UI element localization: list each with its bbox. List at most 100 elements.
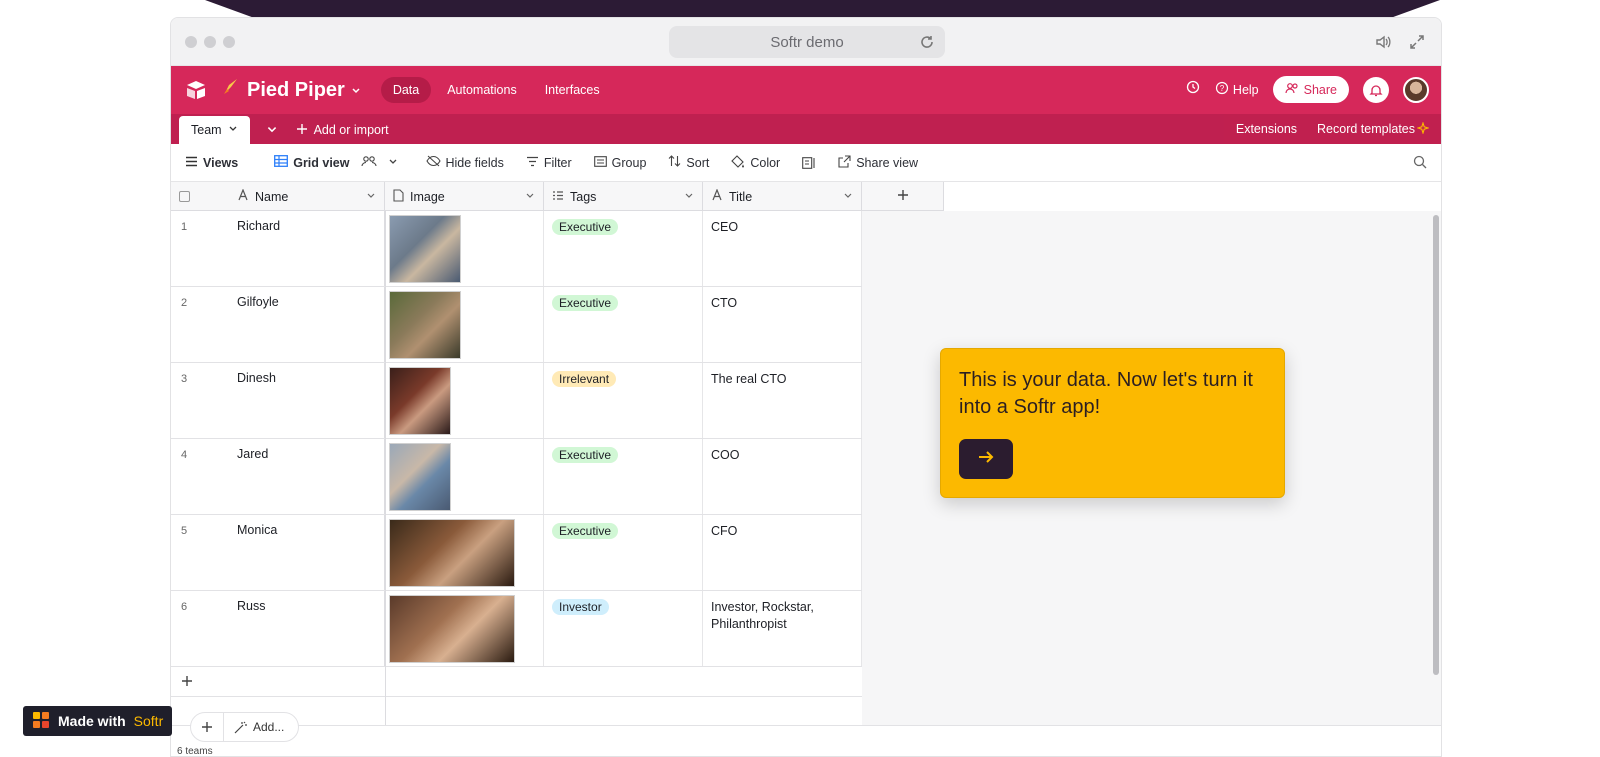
cell-name[interactable]: Jared (229, 439, 385, 514)
cell-image[interactable] (385, 287, 544, 362)
grid-footer: 6 teams (171, 725, 1441, 756)
person-photo[interactable] (389, 291, 461, 359)
views-button[interactable]: Views (185, 156, 238, 170)
table-tabbar: Team Add or import Extensions Record tem… (171, 114, 1441, 144)
person-photo[interactable] (389, 367, 451, 435)
chevron-down-icon[interactable] (228, 123, 238, 137)
select-all-checkbox[interactable] (179, 191, 190, 202)
search-icon[interactable] (1413, 155, 1427, 172)
table-row[interactable]: 3 Dinesh Irrelevant The real CTO (171, 363, 862, 439)
nav-data[interactable]: Data (380, 77, 432, 103)
add-field-button[interactable] (862, 182, 944, 211)
person-photo[interactable] (389, 595, 515, 663)
column-header-title[interactable]: Title (703, 182, 862, 211)
cell-tags[interactable]: Executive (544, 287, 703, 362)
text-field-icon (711, 188, 723, 204)
cell-name[interactable]: Dinesh (229, 363, 385, 438)
cell-image[interactable] (385, 515, 544, 590)
nav-interfaces[interactable]: Interfaces (533, 77, 612, 103)
callout-next-button[interactable] (959, 439, 1013, 479)
base-name[interactable]: Pied Piper (221, 77, 361, 103)
avatar[interactable] (1403, 76, 1429, 103)
add-or-import-button[interactable]: Add or import (296, 116, 389, 144)
chevron-down-icon[interactable] (351, 79, 361, 102)
row-number: 1 (181, 221, 188, 233)
cell-title[interactable]: CEO (703, 211, 862, 286)
column-header-name[interactable]: Name (229, 182, 385, 211)
cell-title[interactable]: CFO (703, 515, 862, 590)
callout-text: This is your data. Now let's turn it int… (959, 369, 1253, 418)
cell-name[interactable]: Gilfoyle (229, 287, 385, 362)
grid-view-button[interactable]: Grid view (274, 155, 397, 170)
sort-label: Sort (686, 155, 710, 170)
add-more-button[interactable]: Add... (224, 720, 298, 734)
views-label: Views (203, 155, 239, 170)
table-row[interactable]: 2 Gilfoyle Executive CTO (171, 287, 862, 363)
person-photo[interactable] (389, 519, 515, 587)
cell-tags[interactable]: Executive (544, 515, 703, 590)
chevron-down-icon[interactable] (843, 190, 853, 204)
vertical-scrollbar[interactable] (1433, 215, 1439, 675)
help-button[interactable]: ? Help (1215, 81, 1259, 98)
cell-title[interactable]: Investor, Rockstar, Philanthropist (703, 591, 862, 666)
extensions-button[interactable]: Extensions (1236, 122, 1297, 136)
person-photo[interactable] (389, 215, 461, 283)
chevron-down-icon[interactable] (525, 190, 535, 204)
sparkle-icon (1416, 120, 1430, 137)
record-templates-button[interactable]: Record templates (1317, 120, 1430, 137)
minimize-dot[interactable] (204, 36, 216, 48)
cell-image[interactable] (385, 591, 544, 666)
cell-tags[interactable]: Executive (544, 439, 703, 514)
table-row[interactable]: 6 Russ Investor Investor, Rockstar, Philant… (171, 591, 862, 667)
share-button[interactable]: Share (1272, 76, 1349, 103)
airtable-logo-icon[interactable] (183, 77, 209, 103)
cell-name[interactable]: Russ (229, 591, 385, 666)
plus-icon (296, 123, 308, 138)
filter-button[interactable]: Filter (526, 156, 572, 170)
cell-title[interactable]: COO (703, 439, 862, 514)
cell-title[interactable]: CTO (703, 287, 862, 362)
add-plus-button[interactable] (191, 712, 224, 742)
cell-name[interactable]: Monica (229, 515, 385, 590)
chevron-down-icon[interactable] (366, 190, 376, 204)
close-dot[interactable] (185, 36, 197, 48)
reload-icon[interactable] (917, 32, 937, 52)
person-photo[interactable] (389, 443, 451, 511)
fullscreen-icon[interactable] (1407, 32, 1427, 52)
cell-name[interactable]: Richard (229, 211, 385, 286)
column-header-tags[interactable]: Tags (544, 182, 703, 211)
made-with-softr-badge[interactable]: Made with Softr (23, 706, 173, 736)
table-row[interactable]: 4 Jared Executive COO (171, 439, 862, 515)
sort-button[interactable]: Sort (668, 155, 709, 170)
view-toolbar: Views Grid view Hide fields Filter Group… (171, 144, 1441, 182)
row-number: 3 (181, 373, 188, 385)
tag-pill: Executive (552, 219, 619, 235)
cell-tags[interactable]: Executive (544, 211, 703, 286)
column-header-image[interactable]: Image (385, 182, 544, 211)
maximize-dot[interactable] (223, 36, 235, 48)
cell-image[interactable] (385, 211, 544, 286)
tables-menu-chevron-icon[interactable] (266, 116, 278, 144)
hide-fields-button[interactable]: Hide fields (425, 155, 504, 170)
share-view-button[interactable]: Share view (838, 154, 918, 171)
cell-image[interactable] (385, 363, 544, 438)
tab-team[interactable]: Team (179, 116, 250, 144)
cell-image[interactable] (385, 439, 544, 514)
column-header-label: Name (255, 189, 289, 204)
row-height-icon[interactable] (802, 156, 816, 169)
group-button[interactable]: Group (593, 156, 646, 170)
speaker-icon[interactable] (1373, 32, 1393, 52)
nav-automations[interactable]: Automations (435, 77, 528, 103)
table-row[interactable]: 5 Monica Executive CFO (171, 515, 862, 591)
address-bar[interactable]: Softr demo (669, 26, 945, 58)
history-icon[interactable] (1185, 79, 1201, 100)
chevron-down-icon[interactable] (388, 156, 398, 170)
color-button[interactable]: Color (731, 154, 780, 171)
cell-title[interactable]: The real CTO (703, 363, 862, 438)
cell-tags[interactable]: Investor (544, 591, 703, 666)
cell-tags[interactable]: Irrelevant (544, 363, 703, 438)
table-row[interactable]: 1 Richard Executive CEO (171, 211, 862, 287)
notification-bell-icon[interactable] (1363, 76, 1389, 103)
add-record-button[interactable] (171, 669, 862, 697)
chevron-down-icon[interactable] (684, 190, 694, 204)
